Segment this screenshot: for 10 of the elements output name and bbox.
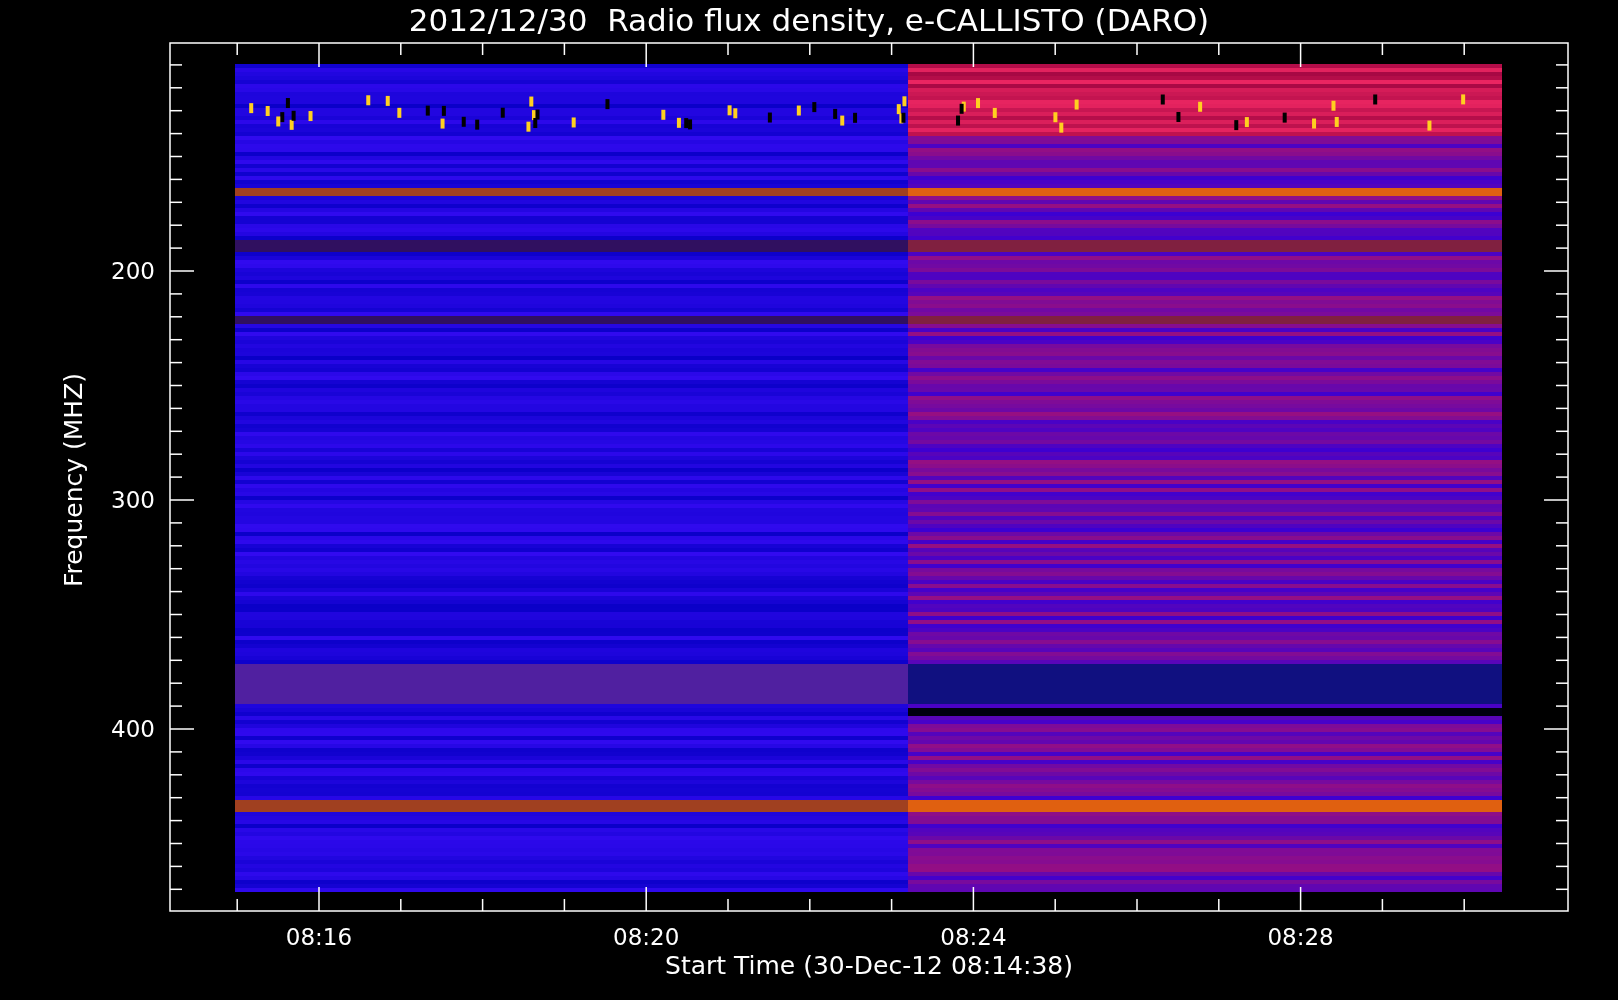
tick-label: 08:24	[940, 924, 1007, 950]
tick-label: 200	[111, 258, 155, 284]
tick-label: 08:20	[613, 924, 680, 950]
axis-title: Frequency (MHZ)	[59, 372, 88, 588]
tick-label: 300	[111, 487, 155, 513]
chart-title: 2012/12/30 Radio flux density, e-CALLISTO (DARO)	[408, 2, 1210, 38]
tick-label: 08:28	[1267, 924, 1334, 950]
tick-label: 400	[111, 716, 155, 742]
tick-label: 08:16	[285, 924, 353, 950]
axis-title: Start Time (30-Dec-12 08:14:38)	[665, 951, 1073, 980]
